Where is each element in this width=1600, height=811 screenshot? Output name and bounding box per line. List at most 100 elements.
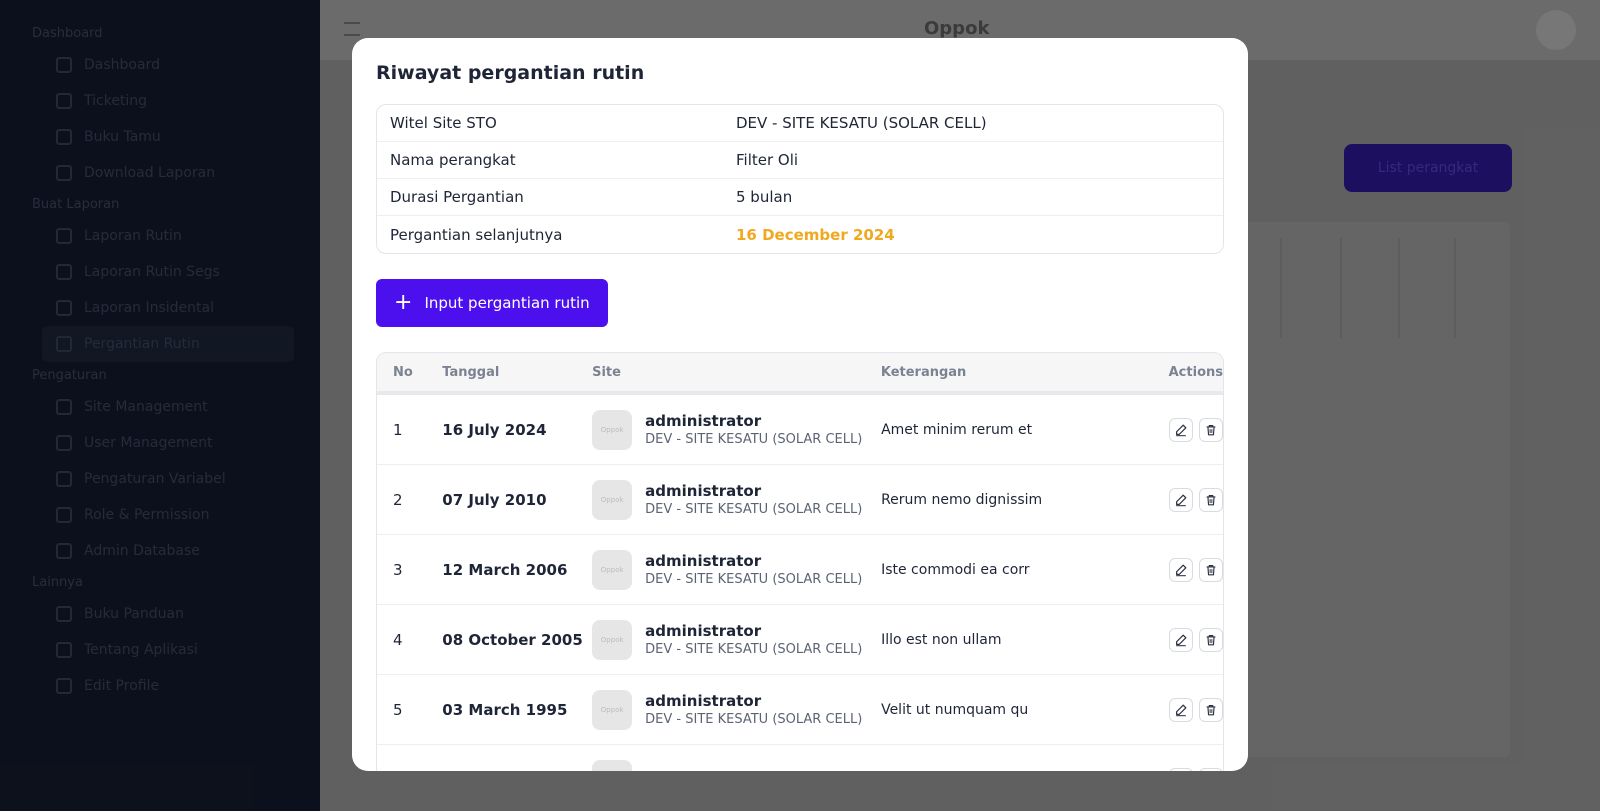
- delete-button[interactable]: [1199, 417, 1223, 442]
- table-header: No Tanggal Site Keterangan Actions: [377, 353, 1223, 395]
- row-actions: [1169, 487, 1223, 512]
- pencil-icon: [1176, 704, 1187, 716]
- pencil-icon: [1176, 494, 1187, 506]
- delete-button[interactable]: [1199, 487, 1223, 512]
- row-site-name: DEV - SITE KESATU (SOLAR CELL): [645, 572, 863, 587]
- row-number: 2: [393, 490, 403, 509]
- row-note: Iste commodi ea corr: [881, 561, 1030, 578]
- info-value: DEV - SITE KESATU (SOLAR CELL): [736, 114, 987, 132]
- row-number: 4: [393, 630, 403, 649]
- column-header-actions: Actions: [1168, 364, 1223, 380]
- trash-icon: [1206, 634, 1216, 645]
- next-replacement-date: 16 December 2024: [736, 225, 895, 244]
- row-site-name: DEV - SITE KESATU (SOLAR CELL): [645, 712, 863, 727]
- row-date: 12 March 2006: [442, 560, 568, 579]
- row-date: 07 July 2010: [442, 490, 547, 509]
- row-user: administrator: [645, 552, 762, 570]
- site-thumbnail: Oppok: [592, 479, 633, 520]
- delete-button[interactable]: [1199, 557, 1223, 582]
- row-user: administrator: [645, 482, 762, 500]
- edit-button[interactable]: [1169, 487, 1193, 512]
- trash-icon: [1206, 564, 1216, 575]
- info-row: Witel Site STO DEV - SITE KESATU (SOLAR …: [377, 105, 1223, 142]
- site-info: administrator: [645, 770, 761, 772]
- modal-title: Riwayat pergantian rutin: [376, 62, 645, 84]
- row-site: Oppok administrator: [592, 759, 881, 772]
- edit-button[interactable]: [1169, 767, 1193, 771]
- site-thumbnail: Oppok: [592, 619, 633, 660]
- row-site-name: DEV - SITE KESATU (SOLAR CELL): [645, 502, 863, 517]
- table-body: 1 16 July 2024 Oppok administrator DEV -…: [377, 395, 1223, 771]
- info-label: Pergantian selanjutnya: [390, 225, 563, 244]
- edit-button[interactable]: [1169, 627, 1193, 652]
- row-note: Velit ut numquam qu: [881, 701, 1029, 718]
- plus-icon: +: [394, 290, 413, 315]
- info-row: Pergantian selanjutnya 16 December 2024: [377, 216, 1223, 253]
- input-pergantian-button[interactable]: + Input pergantian rutin: [376, 279, 608, 327]
- row-actions: [1169, 557, 1223, 582]
- site-info: administrator DEV - SITE KESATU (SOLAR C…: [645, 412, 862, 447]
- row-number: 5: [393, 700, 403, 719]
- pencil-icon: [1176, 424, 1187, 436]
- site-thumbnail: Oppok: [592, 409, 633, 450]
- info-label: Witel Site STO: [390, 114, 497, 132]
- row-actions: [1169, 697, 1223, 722]
- column-header-no[interactable]: No: [377, 365, 442, 380]
- edit-button[interactable]: [1169, 557, 1193, 582]
- edit-button[interactable]: [1169, 417, 1193, 442]
- table-row: 1 16 July 2024 Oppok administrator DEV -…: [377, 395, 1223, 465]
- info-row: Durasi Pergantian 5 bulan: [377, 179, 1223, 216]
- delete-button[interactable]: [1199, 627, 1223, 652]
- history-table: No Tanggal Site Keterangan Actions 1 16 …: [376, 352, 1224, 771]
- row-site-name: DEV - SITE KESATU (SOLAR CELL): [645, 642, 863, 657]
- button-label: Input pergantian rutin: [424, 294, 590, 312]
- row-number: 6: [377, 771, 442, 772]
- table-row: 3 12 March 2006 Oppok administrator DEV …: [377, 535, 1223, 605]
- site-thumbnail: Oppok: [592, 549, 633, 590]
- row-note: Amet minim rerum et: [881, 421, 1033, 438]
- info-value: Filter Oli: [736, 151, 799, 169]
- row-number: 1: [393, 420, 403, 439]
- site-info: administrator DEV - SITE KESATU (SOLAR C…: [645, 482, 862, 517]
- info-label: Durasi Pergantian: [390, 188, 524, 206]
- table-row: 2 07 July 2010 Oppok administrator DEV -…: [377, 465, 1223, 535]
- row-actions: [1169, 767, 1223, 771]
- info-value: 5 bulan: [736, 188, 793, 206]
- pencil-icon: [1176, 564, 1187, 576]
- row-date: 03 March 1995: [442, 700, 568, 719]
- column-header-date[interactable]: Tanggal: [442, 365, 592, 380]
- trash-icon: [1206, 494, 1216, 505]
- table-row: 6 Oppok administrator: [377, 745, 1223, 771]
- info-row: Nama perangkat Filter Oli: [377, 142, 1223, 179]
- row-date: 16 July 2024: [442, 420, 547, 439]
- delete-button[interactable]: [1199, 697, 1223, 722]
- site-thumbnail: Oppok: [592, 759, 633, 771]
- row-number: 3: [393, 560, 403, 579]
- table-row: 5 03 March 1995 Oppok administrator DEV …: [377, 675, 1223, 745]
- row-site-name: DEV - SITE KESATU (SOLAR CELL): [645, 432, 863, 447]
- row-actions: [1169, 627, 1223, 652]
- row-site: Oppok administrator DEV - SITE KESATU (S…: [592, 549, 881, 590]
- row-user: administrator: [645, 412, 762, 430]
- site-info: administrator DEV - SITE KESATU (SOLAR C…: [645, 552, 862, 587]
- site-info: administrator DEV - SITE KESATU (SOLAR C…: [645, 622, 862, 657]
- info-label: Nama perangkat: [390, 151, 516, 169]
- row-note: Rerum nemo dignissim: [881, 491, 1043, 508]
- row-site: Oppok administrator DEV - SITE KESATU (S…: [592, 479, 881, 520]
- row-site: Oppok administrator DEV - SITE KESATU (S…: [592, 689, 881, 730]
- row-actions: [1169, 417, 1223, 442]
- row-site: Oppok administrator DEV - SITE KESATU (S…: [592, 619, 881, 660]
- trash-icon: [1206, 704, 1216, 715]
- row-site: Oppok administrator DEV - SITE KESATU (S…: [592, 409, 881, 450]
- column-header-site[interactable]: Site: [592, 365, 881, 380]
- table-row: 4 08 October 2005 Oppok administrator DE…: [377, 605, 1223, 675]
- edit-button[interactable]: [1169, 697, 1193, 722]
- column-header-note[interactable]: Keterangan: [881, 365, 1169, 380]
- row-user: administrator: [645, 692, 762, 710]
- trash-icon: [1206, 424, 1216, 435]
- delete-button[interactable]: [1199, 767, 1223, 771]
- pencil-icon: [1176, 634, 1187, 646]
- row-user: administrator: [645, 622, 762, 640]
- row-user: administrator: [645, 770, 761, 772]
- site-info: administrator DEV - SITE KESATU (SOLAR C…: [645, 692, 862, 727]
